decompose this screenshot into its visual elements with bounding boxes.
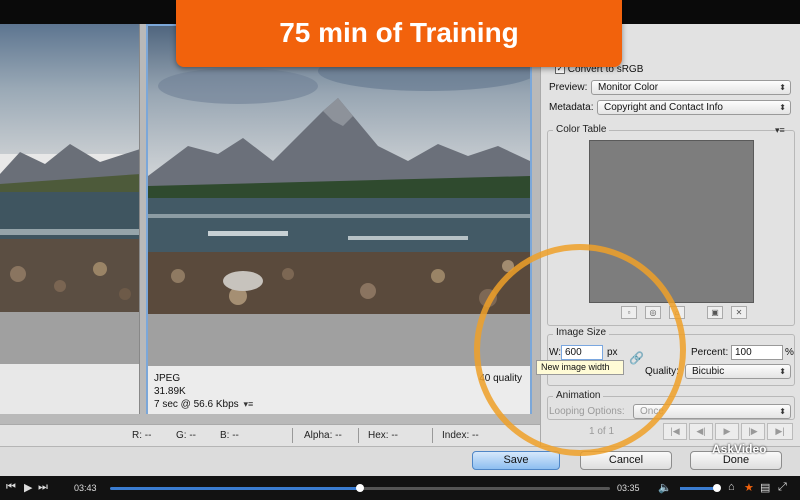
metadata-value: Copyright and Contact Info xyxy=(604,102,723,113)
width-label: W: xyxy=(549,347,562,358)
color-table-swatches[interactable] xyxy=(589,140,754,303)
file-size-label: 31.89K xyxy=(154,386,186,397)
optimized-info: JPEG 31.89K 7 sec @ 56.6 Kbps ▾≡ 40 qual… xyxy=(148,366,530,414)
original-photo xyxy=(0,24,139,312)
looping-value: Once xyxy=(640,406,664,417)
original-image-pane[interactable] xyxy=(0,24,140,414)
play-pause-icon[interactable]: ▶ xyxy=(24,481,32,494)
percent-unit: % xyxy=(785,347,794,358)
fast-forward-icon[interactable]: ⏭ xyxy=(38,481,48,494)
color-table-menu-icon[interactable]: ▾≡ xyxy=(775,125,785,136)
color-table-title: Color Table xyxy=(553,124,610,135)
new-color-icon[interactable]: ▣ xyxy=(707,306,723,319)
format-label: JPEG xyxy=(154,373,181,384)
play-icon[interactable]: ▶ xyxy=(715,423,739,440)
select-arrows-icon: ⬍ xyxy=(779,367,786,376)
width-tooltip: New image width xyxy=(536,360,624,375)
green-value: G: -- xyxy=(176,430,196,441)
prev-frame-icon[interactable]: ◀| xyxy=(689,423,713,440)
looping-select[interactable]: Once ⬍ xyxy=(633,404,791,419)
home-icon[interactable]: ⌂ xyxy=(728,481,735,493)
select-arrows-icon: ⬍ xyxy=(779,407,786,416)
percent-label: Percent: xyxy=(691,347,729,358)
app-window: JPEG 31.89K 7 sec @ 56.6 Kbps ▾≡ 40 qual… xyxy=(0,0,800,500)
volume-icon[interactable]: 🔈 xyxy=(658,481,672,494)
image-size-title: Image Size xyxy=(553,327,610,338)
preview-value: Monitor Color xyxy=(598,82,659,93)
fullscreen-icon[interactable]: ⤢ xyxy=(778,481,787,494)
star-icon[interactable]: ★ xyxy=(744,481,754,494)
web-shift-icon[interactable]: ◎ xyxy=(645,306,661,319)
progress-track[interactable] xyxy=(362,487,610,490)
remaining-time: 03:35 xyxy=(617,483,640,493)
last-frame-icon[interactable]: ▶| xyxy=(767,423,793,440)
resample-value: Bicubic xyxy=(692,366,725,377)
preview-background xyxy=(148,314,530,366)
optimized-photo xyxy=(148,26,530,314)
percent-input[interactable]: 100 xyxy=(731,345,783,360)
alpha-value: Alpha: -- xyxy=(304,430,342,441)
red-value: R: -- xyxy=(132,430,152,441)
volume-knob[interactable] xyxy=(713,484,721,492)
first-frame-icon[interactable]: |◀ xyxy=(663,423,687,440)
divider xyxy=(292,428,293,443)
save-button[interactable]: Save xyxy=(472,451,560,470)
looping-label: Looping Options: xyxy=(549,406,625,417)
preview-select[interactable]: Monitor Color ⬍ xyxy=(591,80,791,95)
preview-background xyxy=(0,312,139,364)
optimized-image-pane[interactable]: JPEG 31.89K 7 sec @ 56.6 Kbps ▾≡ 40 qual… xyxy=(146,24,532,414)
notes-icon[interactable]: ▤ xyxy=(760,481,770,494)
rewind-icon[interactable]: ⏮ xyxy=(6,481,16,494)
preview-area: JPEG 31.89K 7 sec @ 56.6 Kbps ▾≡ 40 qual… xyxy=(0,24,540,424)
resample-select[interactable]: Bicubic ⬍ xyxy=(685,364,791,379)
divider xyxy=(432,428,433,443)
select-arrows-icon: ⬍ xyxy=(779,103,786,112)
elapsed-time: 03:43 xyxy=(74,483,97,493)
training-banner: 75 min of Training xyxy=(176,0,622,67)
map-color-icon[interactable]: ▫ xyxy=(621,306,637,319)
progress-fill[interactable] xyxy=(110,487,360,490)
link-icon[interactable]: 🔗 xyxy=(629,350,644,366)
index-value: Index: -- xyxy=(442,430,479,441)
animation-title: Animation xyxy=(553,390,604,401)
frame-counter: 1 of 1 xyxy=(589,426,615,437)
width-unit: px xyxy=(607,347,618,358)
select-arrows-icon: ⬍ xyxy=(779,83,786,92)
dialog-buttons: Save Cancel Done xyxy=(0,446,800,476)
metadata-label: Metadata: xyxy=(549,102,594,113)
download-menu-icon[interactable]: ▾≡ xyxy=(243,399,253,409)
cancel-button[interactable]: Cancel xyxy=(580,451,672,470)
divider xyxy=(358,428,359,443)
download-time-label: 7 sec @ 56.6 Kbps xyxy=(154,399,239,410)
hex-value: Hex: -- xyxy=(368,430,398,441)
quality-label: 40 quality xyxy=(479,373,522,384)
blue-value: B: -- xyxy=(220,430,239,441)
watermark-logo: AskVideo xyxy=(712,442,767,456)
settings-panel: ✓ Convert to sRGB Preview: Monitor Color… xyxy=(540,24,800,446)
preview-label: Preview: xyxy=(549,82,588,93)
lock-color-icon[interactable]: ⌂ xyxy=(669,306,685,319)
color-status-bar: R: -- G: -- B: -- Alpha: -- Hex: -- Inde… xyxy=(0,424,540,446)
width-input[interactable]: 600 xyxy=(561,345,603,360)
progress-knob[interactable] xyxy=(356,484,364,492)
quality-resample-label: Quality: xyxy=(645,366,679,377)
next-frame-icon[interactable]: |▶ xyxy=(741,423,765,440)
video-player-bar: ⏮ ▶ ⏭ 03:43 03:35 🔈 ⌂ ★ ▤ ⤢ xyxy=(0,476,800,500)
metadata-select[interactable]: Copyright and Contact Info ⬍ xyxy=(597,100,791,115)
delete-color-icon[interactable]: ✕ xyxy=(731,306,747,319)
volume-slider[interactable] xyxy=(680,487,716,490)
